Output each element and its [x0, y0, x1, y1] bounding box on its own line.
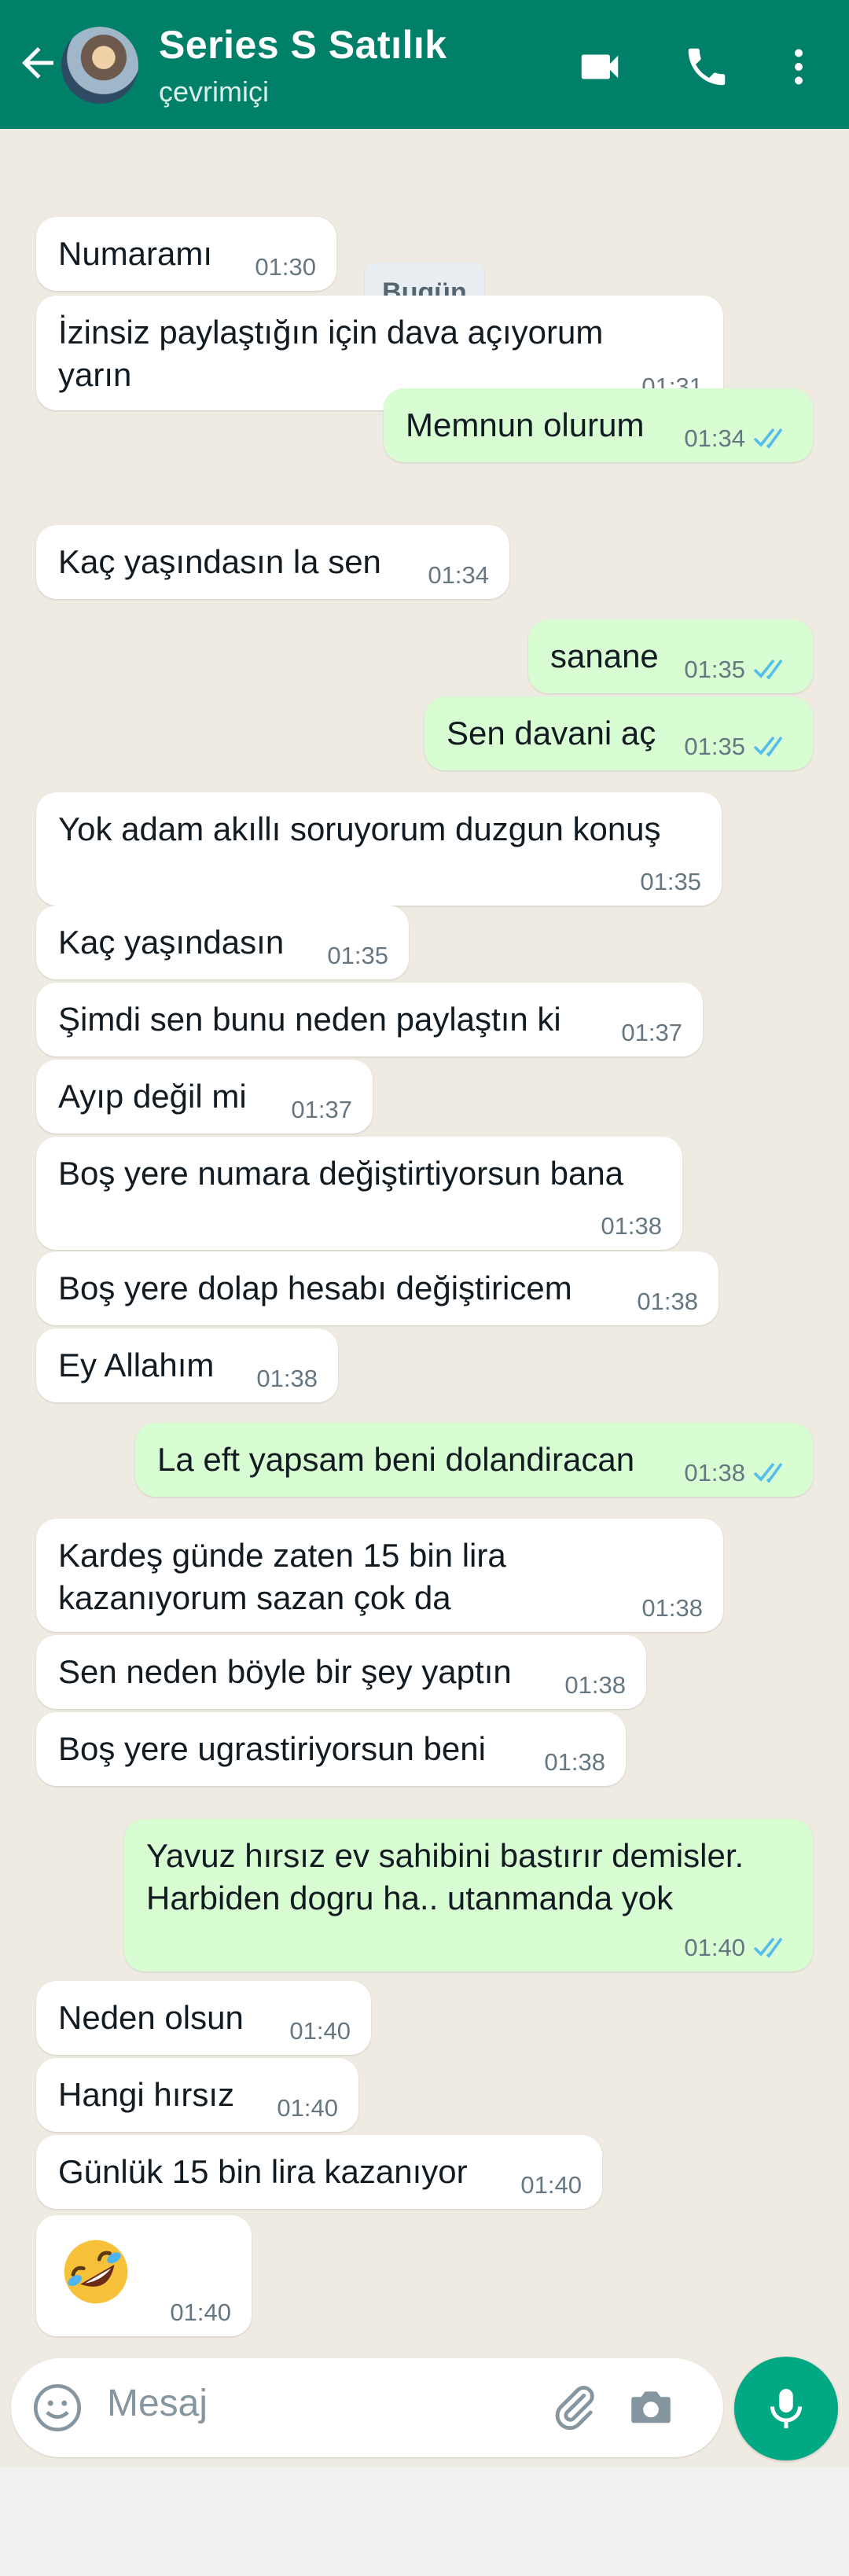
contact-name[interactable]: Series S Satılık: [159, 22, 447, 68]
message-text: Sen davani aç: [447, 715, 656, 751]
message-text: Ayıp değil mi: [58, 1078, 247, 1115]
message-text: La eft yapsam beni dolandiracan: [157, 1441, 635, 1478]
read-receipt-icon: [753, 1937, 783, 1958]
message-text: Yavuz hırsız ev sahibini bastırır demisl…: [146, 1837, 744, 1916]
message-composer: Mesaj: [11, 2358, 723, 2457]
message-incoming[interactable]: Ayıp değil mi 01:37: [36, 1060, 373, 1134]
message-time: 01:40: [170, 2299, 231, 2326]
message-incoming[interactable]: Hangi hırsız 01:40: [36, 2058, 358, 2132]
message-time: 01:34: [428, 561, 489, 589]
message-time: 01:35: [327, 942, 388, 969]
message-text: Memnun olurum: [406, 406, 645, 443]
message-outgoing[interactable]: sanane 01:35: [528, 619, 813, 693]
rolling-on-floor-laughing-emoji: [64, 2240, 128, 2304]
message-time: 01:30: [255, 253, 316, 281]
phone-icon[interactable]: [682, 42, 731, 91]
emoji-icon[interactable]: [30, 2380, 85, 2435]
message-outgoing[interactable]: La eft yapsam beni dolandiracan 01:38: [135, 1423, 813, 1497]
message-incoming[interactable]: Ey Allahım 01:38: [36, 1328, 338, 1402]
message-text: Numaramı: [58, 235, 213, 272]
attachment-icon[interactable]: [547, 2380, 601, 2435]
chat-area[interactable]: Bugün Numaramı 01:30 İzinsiz paylaştığın…: [0, 129, 849, 2467]
message-text: Ey Allahım: [58, 1347, 215, 1384]
message-incoming[interactable]: Kaç yaşındasın 01:35: [36, 906, 409, 979]
read-receipt-icon: [753, 428, 783, 449]
message-incoming[interactable]: Kardeş günde zaten 15 bin lira kazanıyor…: [36, 1519, 723, 1632]
message-text: Kaç yaşındasın la sen: [58, 543, 381, 580]
message-time: 01:35: [640, 868, 701, 895]
message-incoming[interactable]: Sen neden böyle bir şey yaptın 01:38: [36, 1635, 646, 1709]
message-text: Günlük 15 bin lira kazanıyor: [58, 2153, 468, 2190]
message-time: 01:40: [684, 1934, 745, 1961]
message-incoming[interactable]: Şimdi sen bunu neden paylaştın ki 01:37: [36, 983, 703, 1056]
message-incoming-emoji[interactable]: 01:40: [36, 2215, 252, 2336]
message-text: Neden olsun: [58, 1999, 244, 2036]
message-input[interactable]: Mesaj: [107, 2382, 208, 2425]
message-text: Boş yere numara değiştirtiyorsun bana: [58, 1155, 624, 1192]
message-time: 01:35: [684, 733, 745, 760]
chat-header: Series S Satılık çevrimiçi: [0, 0, 849, 129]
read-receipt-icon: [753, 1462, 783, 1483]
message-time: 01:37: [291, 1096, 352, 1123]
message-time: 01:40: [277, 2094, 338, 2122]
message-text: Hangi hırsız: [58, 2076, 235, 2113]
message-incoming[interactable]: Günlük 15 bin lira kazanıyor 01:40: [36, 2135, 602, 2209]
message-time: 01:38: [637, 1288, 698, 1315]
message-time: 01:34: [684, 424, 745, 452]
message-time: 01:35: [684, 656, 745, 683]
more-vertical-icon[interactable]: [775, 42, 822, 91]
message-outgoing[interactable]: Yavuz hırsız ev sahibini bastırır demisl…: [124, 1819, 813, 1972]
avatar[interactable]: [61, 27, 138, 104]
message-incoming[interactable]: Yok adam akıllı soruyorum duzgun konuş 0…: [36, 792, 722, 906]
message-time: 01:38: [684, 1459, 745, 1486]
message-time: 01:38: [601, 1212, 662, 1240]
message-time: 01:37: [621, 1019, 682, 1046]
message-incoming[interactable]: Kaç yaşındasın la sen 01:34: [36, 525, 509, 599]
message-text: Kaç yaşındasın: [58, 924, 285, 961]
message-text: Kardeş günde zaten 15 bin lira kazanıyor…: [58, 1537, 506, 1616]
message-text: Şimdi sen bunu neden paylaştın ki: [58, 1001, 561, 1038]
message-text: Boş yere ugrastiriyorsun beni: [58, 1730, 486, 1767]
message-outgoing[interactable]: Memnun olurum 01:34: [384, 388, 813, 462]
contact-status: çevrimiçi: [159, 75, 269, 108]
camera-icon[interactable]: [624, 2382, 678, 2434]
video-call-icon[interactable]: [575, 42, 624, 91]
message-text: Yok adam akıllı soruyorum duzgun konuş: [58, 810, 661, 847]
message-time: 01:38: [544, 1748, 605, 1776]
message-text: Boş yere dolap hesabı değiştiricem: [58, 1270, 572, 1306]
voice-message-button[interactable]: [734, 2357, 838, 2460]
read-receipt-icon: [753, 659, 783, 680]
message-time: 01:38: [641, 1594, 703, 1622]
message-time: 01:40: [289, 2017, 351, 2045]
message-text: İzinsiz paylaştığın için dava açıyorum y…: [58, 314, 604, 393]
message-time: 01:38: [564, 1671, 626, 1699]
message-incoming[interactable]: Boş yere ugrastiriyorsun beni 01:38: [36, 1712, 626, 1786]
message-text: sanane: [550, 638, 659, 674]
message-incoming[interactable]: Boş yere numara değiştirtiyorsun bana 01…: [36, 1137, 682, 1250]
message-incoming[interactable]: Boş yere dolap hesabı değiştiricem 01:38: [36, 1251, 719, 1325]
message-time: 01:40: [520, 2171, 582, 2199]
message-incoming[interactable]: Neden olsun 01:40: [36, 1981, 371, 2055]
navigation-bar: [0, 2467, 849, 2576]
read-receipt-icon: [753, 736, 783, 757]
back-arrow-icon[interactable]: [14, 39, 61, 86]
message-time: 01:38: [256, 1365, 318, 1392]
message-text: Sen neden böyle bir şey yaptın: [58, 1653, 512, 1690]
message-incoming[interactable]: Numaramı 01:30: [36, 217, 336, 291]
message-outgoing[interactable]: Sen davani aç 01:35: [424, 696, 813, 770]
microphone-icon: [770, 2389, 802, 2428]
